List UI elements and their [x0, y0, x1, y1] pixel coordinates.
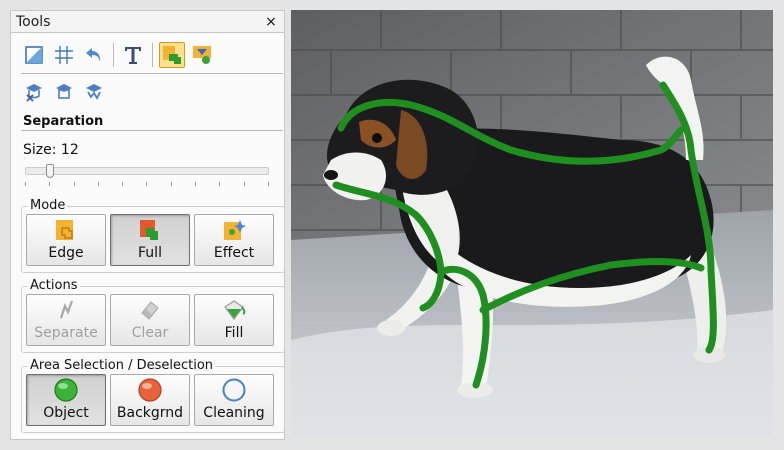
edge-mode-label: Edge [48, 245, 84, 261]
toolbar-divider [21, 73, 283, 74]
separation-heading: Separation [23, 114, 104, 129]
close-icon[interactable]: × [263, 14, 279, 30]
tools-panel: Tools × Separation Size: 12 Mode Edge Fu… [10, 10, 285, 440]
effect-mode-label: Effect [213, 245, 255, 261]
full-mode-icon [137, 217, 163, 243]
separate-button[interactable]: Separate [26, 294, 106, 346]
slider-ticks [25, 182, 269, 186]
slider-track[interactable] [25, 167, 269, 175]
mode-group: Mode Edge Full Effect [21, 198, 285, 273]
cleaning-button[interactable]: Cleaning [194, 374, 274, 426]
background-button[interactable]: Backgrnd [110, 374, 190, 426]
object-button[interactable]: Object [26, 374, 106, 426]
clear-button[interactable]: Clear [110, 294, 190, 346]
panel-titlebar: Tools × [11, 11, 284, 33]
toolbar-row-1 [21, 42, 215, 68]
puppy-photo [291, 10, 773, 438]
grid-icon[interactable] [51, 42, 77, 68]
separate-icon [53, 297, 79, 323]
crop-icon[interactable] [21, 42, 47, 68]
toolbar-separator [113, 43, 114, 67]
area-selection-group: Area Selection / Deselection Object Back… [21, 358, 285, 433]
object-circle-icon [53, 377, 79, 403]
undo-icon[interactable] [81, 42, 107, 68]
size-slider[interactable] [25, 164, 269, 190]
separate-label: Separate [34, 325, 98, 341]
hat-pattern-icon[interactable] [81, 79, 107, 105]
full-mode-label: Full [138, 245, 162, 261]
text-icon[interactable] [120, 42, 146, 68]
hat-icon[interactable] [51, 79, 77, 105]
effect-mode-button[interactable]: Effect [194, 214, 274, 266]
edge-mode-icon [53, 217, 79, 243]
cleaning-circle-icon [221, 377, 247, 403]
effect-mode-icon [221, 217, 247, 243]
background-circle-icon [137, 377, 163, 403]
cleaning-label: Cleaning [203, 405, 265, 421]
size-label: Size: 12 [23, 142, 79, 158]
toolbar-row-2 [21, 79, 107, 105]
background-label: Backgrnd [116, 405, 184, 421]
full-mode-button[interactable]: Full [110, 214, 190, 266]
toolbar-separator [152, 43, 153, 67]
area-legend: Area Selection / Deselection [28, 358, 216, 374]
object-label: Object [43, 405, 89, 421]
effect-tool-icon[interactable] [189, 42, 215, 68]
clear-label: Clear [131, 325, 169, 341]
fill-label: Fill [224, 325, 244, 341]
actions-group: Actions Separate Clear Fill [21, 278, 285, 353]
eraser-icon [137, 297, 163, 323]
remove-hat-icon[interactable] [21, 79, 47, 105]
image-canvas[interactable] [291, 10, 773, 438]
heading-divider [21, 130, 283, 131]
panel-title: Tools [16, 13, 51, 30]
separation-tool-icon[interactable] [159, 42, 185, 68]
edge-mode-button[interactable]: Edge [26, 214, 106, 266]
actions-legend: Actions [28, 278, 80, 294]
slider-thumb[interactable] [46, 164, 54, 178]
fill-button[interactable]: Fill [194, 294, 274, 346]
mode-legend: Mode [28, 198, 68, 214]
fill-bucket-icon [221, 297, 247, 323]
